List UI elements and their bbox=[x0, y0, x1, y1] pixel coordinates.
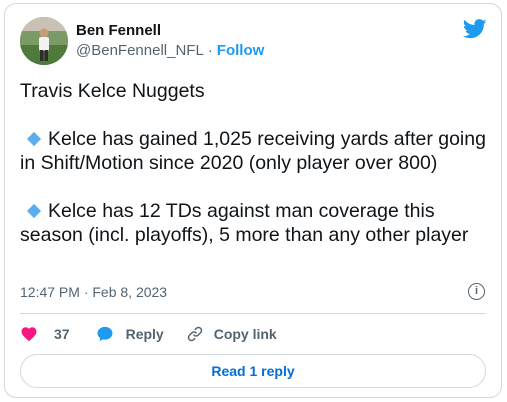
reply-bubble-icon bbox=[96, 325, 114, 343]
tweet-actions: 37 Reply Copy link bbox=[20, 322, 299, 346]
author-display-name[interactable]: Ben Fennell bbox=[76, 21, 264, 41]
divider bbox=[20, 313, 486, 314]
reply-label: Reply bbox=[125, 326, 164, 342]
read-replies-button[interactable]: Read 1 reply bbox=[20, 354, 486, 388]
follow-button[interactable]: Follow bbox=[217, 42, 265, 59]
copy-link-button[interactable]: Copy link bbox=[186, 325, 277, 343]
avatar[interactable] bbox=[20, 17, 68, 65]
tweet-text-paragraph-2: Kelce has gained 1,025 receiving yards a… bbox=[20, 127, 490, 175]
link-icon bbox=[186, 325, 204, 343]
tweet-header: Ben Fennell @BenFennell_NFL · Follow bbox=[20, 17, 489, 65]
author-handle[interactable]: @BenFennell_NFL bbox=[76, 42, 204, 59]
info-icon[interactable]: i bbox=[468, 283, 485, 300]
like-button[interactable]: 37 bbox=[20, 325, 70, 343]
author-handle-line: @BenFennell_NFL · Follow bbox=[76, 41, 264, 61]
tweet-timestamp[interactable]: 12:47 PM · Feb 8, 2023 bbox=[20, 282, 167, 302]
twitter-bird-icon[interactable] bbox=[463, 19, 487, 39]
reply-button[interactable]: Reply bbox=[96, 325, 164, 343]
like-count: 37 bbox=[54, 326, 70, 342]
diamond-bullet-icon bbox=[26, 131, 42, 146]
separator-dot: · bbox=[207, 42, 213, 59]
tweet-text-line1: Travis Kelce Nuggets bbox=[20, 80, 205, 102]
tweet-text-paragraph-3: Kelce has 12 TDs against man coverage th… bbox=[20, 199, 490, 247]
diamond-bullet-icon bbox=[26, 203, 42, 218]
tweet-body: Travis Kelce Nuggets Kelce has gained 1,… bbox=[20, 79, 490, 247]
copy-link-label: Copy link bbox=[213, 326, 277, 342]
author-names: Ben Fennell @BenFennell_NFL · Follow bbox=[76, 21, 264, 61]
tweet-text-para3: Kelce has 12 TDs against man coverage th… bbox=[20, 200, 469, 246]
heart-icon bbox=[20, 325, 38, 343]
tweet-text-para2: Kelce has gained 1,025 receiving yards a… bbox=[20, 128, 486, 174]
tweet-card: Ben Fennell @BenFennell_NFL · Follow Travi… bbox=[4, 3, 502, 398]
